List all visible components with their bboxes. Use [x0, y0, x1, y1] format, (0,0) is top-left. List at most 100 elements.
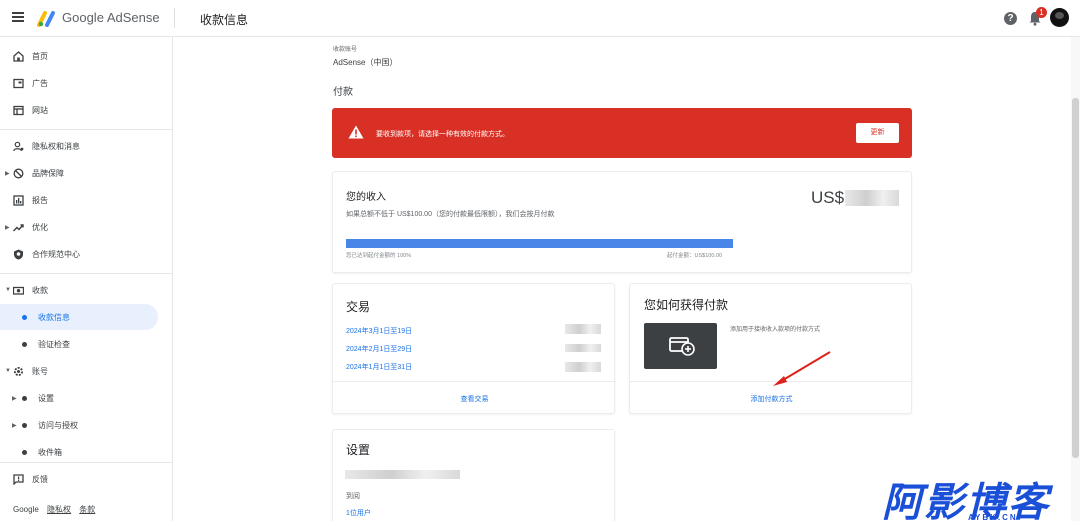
sidebar-item-feedback[interactable]: 反馈 [0, 466, 173, 492]
sidebar-item-label: 合作规范中心 [32, 249, 80, 259]
sites-icon [13, 105, 24, 115]
expand-caret-icon[interactable]: ▶ [5, 170, 10, 177]
redacted-value [565, 344, 601, 352]
sidebar-item-payment-info[interactable]: 收款信息 [0, 304, 158, 330]
block-icon [13, 168, 24, 178]
add-card-icon [669, 337, 695, 356]
account-value: AdSense（中国） [333, 58, 398, 67]
adsense-logo-icon[interactable] [37, 9, 57, 27]
sidebar-item-ads[interactable]: 广告 [0, 70, 173, 96]
sidebar-item-label: 首页 [32, 51, 48, 61]
redacted-value [565, 362, 601, 372]
card-divider [333, 381, 616, 382]
sidebar-item-label: 广告 [32, 78, 48, 88]
income-description: 如果总额不低于 US$100.00（您的付款最低限额），我们会按月付款 [346, 211, 555, 218]
sidebar-item-label: 设置 [38, 393, 54, 403]
report-icon [13, 194, 24, 206]
section-title-payments: 付款 [333, 87, 353, 98]
sidebar-item-label: 验证检查 [38, 339, 70, 349]
topbar-divider [174, 8, 175, 28]
threshold-label: 起付金额：US$100.00 [667, 253, 723, 259]
sidebar-item-label: 收款信息 [38, 312, 70, 322]
ads-icon [13, 78, 24, 88]
sidebar-item-sites[interactable]: 网站 [0, 97, 173, 123]
transaction-row[interactable]: 2024年1月1日至31日 [346, 362, 412, 372]
sidebar-item-privacy[interactable]: 隐私权和消息 [0, 133, 173, 159]
settings-card: 设置 到阅 1位用户 [332, 429, 615, 521]
expand-caret-icon[interactable]: ▶ [5, 224, 10, 231]
avatar[interactable] [1050, 8, 1069, 27]
trend-icon [13, 223, 24, 231]
view-transactions-link[interactable]: 查看交易 [333, 394, 616, 404]
settings-users-link[interactable]: 1位用户 [346, 508, 371, 518]
sidebar-item-optimize[interactable]: ▶ 优化 [0, 214, 173, 240]
sidebar-item-payments[interactable]: ▼ 收款 [0, 277, 173, 303]
expand-caret-icon[interactable]: ▶ [12, 422, 17, 429]
top-app-bar: Google AdSense 收款信息 ? 1 [0, 0, 1080, 37]
warning-icon [348, 125, 364, 139]
payment-threshold-progress [346, 239, 733, 248]
sidebar-item-label: 优化 [32, 222, 48, 232]
payment-method-description: 添加用于接收收入款项的付款方式 [730, 327, 821, 333]
brand-name[interactable]: Google AdSense [62, 10, 160, 25]
sidebar-item-brand-safety[interactable]: ▶ 品牌保障 [0, 160, 173, 186]
sidebar-item-label: 隐私权和消息 [32, 141, 80, 151]
update-button[interactable]: 更新 [856, 123, 899, 143]
watermark-logo: 阿影博客 AYBK.CN [882, 472, 1078, 521]
income-card: 您的收入 US$ 如果总额不低于 US$100.00（您的付款最低限额），我们会… [332, 171, 912, 273]
sidebar-item-label: 反馈 [32, 474, 48, 484]
progress-percent-label: 您已达到起付金额的 100% [346, 253, 412, 259]
bullet-icon [22, 314, 27, 320]
bullet-icon [22, 341, 27, 347]
payments-icon [13, 286, 24, 295]
redacted-amount [845, 190, 899, 206]
transaction-row[interactable]: 2024年3月1日至19日 [346, 326, 412, 336]
collapse-caret-icon[interactable]: ▼ [5, 287, 11, 293]
payment-method-card: 您如何获得付款 添加用于接收收入款项的付款方式 添加付款方式 [629, 283, 913, 414]
sidebar-item-home[interactable]: 首页 [0, 43, 173, 69]
page-title: 收款信息 [200, 13, 249, 27]
progress-fill [346, 239, 733, 248]
settings-label: 到阅 [346, 493, 360, 500]
footer-google: Google [13, 505, 39, 514]
transaction-row[interactable]: 2024年2月1日至29日 [346, 344, 412, 354]
footer-privacy-link[interactable]: 隐私权 [47, 505, 71, 514]
redacted-value [345, 470, 460, 479]
expand-caret-icon[interactable]: ▶ [12, 395, 17, 402]
income-amount: US$ [811, 188, 844, 208]
collapse-caret-icon[interactable]: ▼ [5, 368, 11, 374]
sidebar-item-access[interactable]: ▶ 访问与授权 [0, 412, 173, 438]
sidebar-item-reports[interactable]: 报告 [0, 187, 173, 213]
sidebar-item-settings[interactable]: ▶ 设置 [0, 385, 173, 411]
alert-message: 要收到款项，请选择一种有效的付款方式。 [376, 131, 509, 138]
watermark-sub-text: AYBK.CN [968, 513, 1018, 521]
sidebar-item-label: 网站 [32, 105, 48, 115]
payment-alert-banner: 要收到款项，请选择一种有效的付款方式。 更新 [332, 108, 912, 158]
income-currency: US$ [811, 188, 845, 207]
menu-icon[interactable] [12, 12, 24, 22]
policy-icon [14, 249, 23, 259]
sidebar-item-label: 报告 [32, 195, 48, 205]
sidebar-item-account[interactable]: ▼ 账号 [0, 358, 173, 384]
home-icon [13, 50, 24, 62]
watermark-main-text: 阿影博客 [882, 481, 1050, 521]
payment-method-title: 您如何获得付款 [644, 298, 729, 312]
help-icon[interactable]: ? [1004, 12, 1017, 25]
sidebar-item-policy-center[interactable]: 合作规范中心 [0, 241, 173, 267]
add-payment-tile[interactable] [644, 323, 717, 369]
footer-terms-link[interactable]: 条款 [79, 505, 95, 514]
transactions-card: 交易 2024年3月1日至19日 2024年2月1日至29日 2024年1月1日… [332, 283, 616, 414]
sidebar-divider [0, 129, 173, 130]
add-payment-method-link[interactable]: 添加付款方式 [630, 394, 913, 404]
sidebar-item-verification[interactable]: 验证检查 [0, 331, 173, 357]
feedback-icon [13, 473, 24, 485]
transactions-title: 交易 [346, 300, 371, 314]
annotation-arrow-icon [773, 351, 831, 386]
sidebar-item-label: 访问与授权 [38, 420, 78, 430]
bullet-icon [22, 422, 27, 428]
sidebar-item-label: 收件箱 [38, 447, 62, 457]
scrollbar-thumb[interactable] [1072, 98, 1079, 458]
sidebar-item-label: 账号 [32, 366, 48, 376]
income-title: 您的收入 [346, 192, 386, 203]
bullet-icon [22, 449, 27, 455]
